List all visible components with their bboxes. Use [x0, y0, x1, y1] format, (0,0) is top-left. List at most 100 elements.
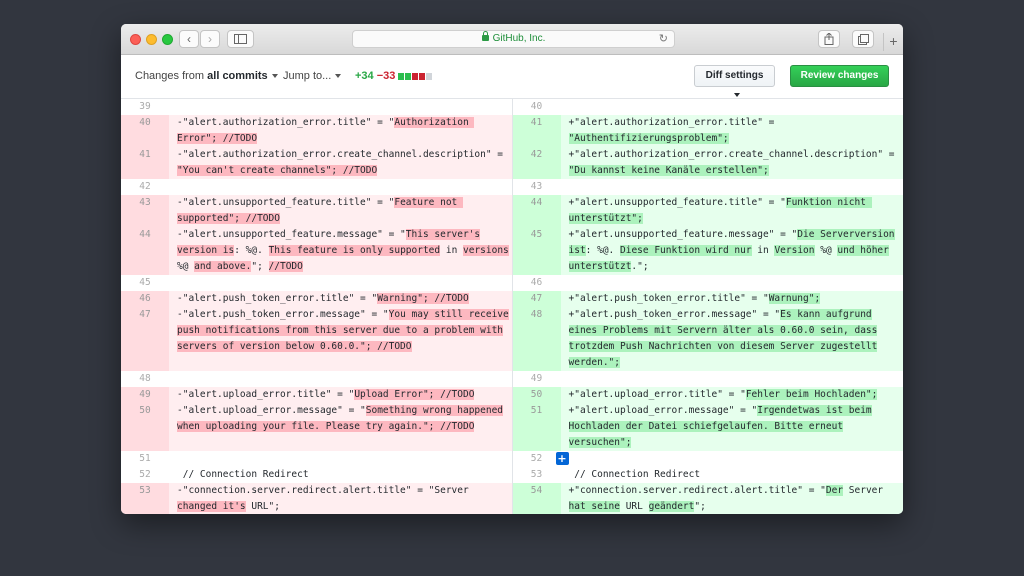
right-line-number[interactable]: [512, 339, 561, 355]
right-line-number[interactable]: 49: [512, 371, 561, 387]
right-line-number[interactable]: 40: [512, 99, 561, 115]
left-line-number[interactable]: [121, 355, 169, 371]
right-code: +"alert.upload_error.title" = "Fehler be…: [560, 387, 903, 403]
right-line-number[interactable]: 52 +: [512, 451, 569, 467]
right-line-number[interactable]: 48: [512, 307, 561, 323]
forward-button[interactable]: ›: [200, 30, 220, 48]
address-bar[interactable]: GitHub, Inc. ↻: [352, 30, 675, 48]
right-line-number[interactable]: [512, 355, 561, 371]
added-highlight: Diese Funktion wird nur: [620, 245, 752, 256]
left-side: %@ and above."; //TODO: [121, 259, 513, 275]
jump-to-dropdown[interactable]: Jump to...: [283, 70, 342, 82]
left-line-number[interactable]: 43: [121, 195, 169, 211]
plus-icon: +: [889, 33, 898, 49]
right-line-number[interactable]: [512, 499, 561, 514]
left-line-number[interactable]: [121, 419, 169, 435]
right-line-number[interactable]: [512, 163, 561, 179]
left-code: version is: %@. This feature is only sup…: [169, 243, 512, 259]
close-window-button[interactable]: [130, 34, 141, 45]
left-line-number[interactable]: 53: [121, 483, 169, 499]
right-line-number[interactable]: [512, 211, 561, 227]
right-line-number[interactable]: 46: [512, 275, 561, 291]
right-line-number[interactable]: [512, 259, 561, 275]
left-line-number[interactable]: 39: [121, 99, 169, 115]
right-line-number[interactable]: 43: [512, 179, 561, 195]
tabs-overview-button[interactable]: [852, 30, 874, 48]
left-line-number[interactable]: 48: [121, 371, 169, 387]
right-line-number[interactable]: [512, 131, 561, 147]
added-highlight: Warnung";: [768, 293, 821, 304]
left-line-number[interactable]: 45: [121, 275, 169, 291]
added-highlight: Die Serverversion: [797, 229, 895, 240]
title-bar: ‹ › GitHub, Inc. ↻ +: [121, 24, 903, 55]
left-line-number[interactable]: 41: [121, 147, 169, 163]
left-line-number[interactable]: [121, 243, 169, 259]
left-line-number[interactable]: 44: [121, 227, 169, 243]
diff-row: changed it's URL"; hat seine URL geändert…: [121, 499, 903, 514]
left-line-number[interactable]: 52: [121, 467, 169, 483]
right-code: versuchen";: [560, 435, 903, 451]
left-line-number[interactable]: [121, 435, 169, 451]
diff-settings-label: Diff settings: [705, 70, 764, 81]
right-line-number[interactable]: 51: [512, 403, 561, 419]
left-side: 49 -"alert.upload_error.title" = "Upload …: [121, 387, 513, 403]
review-changes-button[interactable]: Review changes: [790, 65, 889, 98]
diff-row: 52 // Connection Redirect 53 // Connectio…: [121, 467, 903, 483]
left-line-number[interactable]: 40: [121, 115, 169, 131]
right-line-number[interactable]: 45: [512, 227, 561, 243]
left-code: -"alert.push_token_error.title" = "Warni…: [169, 291, 512, 307]
sidebar-toggle-button[interactable]: [227, 30, 254, 48]
changes-from-dropdown[interactable]: Changes from all commits: [135, 70, 278, 82]
diff-row: 47 -"alert.push_token_error.message" = "Y…: [121, 307, 903, 323]
reload-icon[interactable]: ↻: [659, 31, 668, 47]
diff-settings-button[interactable]: Diff settings: [694, 65, 775, 98]
right-code: +"alert.unsupported_feature.message" = "…: [560, 227, 903, 243]
add-comment-button[interactable]: +: [555, 452, 569, 465]
removed-highlight: when uploading your file. Please try aga…: [177, 421, 475, 432]
left-line-number[interactable]: [121, 339, 169, 355]
left-line-number[interactable]: [121, 131, 169, 147]
right-line-number[interactable]: 41: [512, 115, 561, 131]
share-button[interactable]: [818, 30, 840, 48]
right-line-number[interactable]: 44: [512, 195, 561, 211]
back-button[interactable]: ‹: [179, 30, 199, 48]
right-line-number[interactable]: [512, 435, 561, 451]
left-line-number[interactable]: 42: [121, 179, 169, 195]
split-diff-view: 39 40 40 -"alert.authorization_error.title"…: [121, 99, 903, 514]
diff-row: werden.";: [121, 355, 903, 371]
left-line-number[interactable]: 51: [121, 451, 169, 467]
diff-row: supported"; //TODO unterstützt";: [121, 211, 903, 227]
left-line-number[interactable]: [121, 499, 169, 514]
right-line-number[interactable]: 47: [512, 291, 561, 307]
right-line-number[interactable]: [512, 243, 561, 259]
left-code: [169, 179, 512, 195]
left-line-number[interactable]: 46: [121, 291, 169, 307]
right-line-number[interactable]: [512, 419, 561, 435]
new-tab-button[interactable]: +: [883, 33, 903, 51]
left-line-number[interactable]: 50: [121, 403, 169, 419]
right-code: "Authentifizierungsproblem";: [560, 131, 903, 147]
minimize-window-button[interactable]: [146, 34, 157, 45]
left-side: 44 -"alert.unsupported_feature.message" =…: [121, 227, 513, 243]
left-line-number[interactable]: [121, 323, 169, 339]
left-line-number[interactable]: [121, 259, 169, 275]
removed-highlight: You may still receive: [388, 309, 509, 320]
left-code: changed it's URL";: [169, 499, 512, 514]
right-line-number[interactable]: 42: [512, 147, 561, 163]
added-highlight: Es kann aufgrund: [780, 309, 872, 320]
right-code: +"alert.authorization_error.create_chann…: [560, 147, 903, 163]
left-code: supported"; //TODO: [169, 211, 512, 227]
right-line-number[interactable]: 53: [512, 467, 561, 483]
left-line-number[interactable]: [121, 211, 169, 227]
right-side: 54 +"connection.server.redirect.alert.tit…: [512, 483, 903, 499]
left-line-number[interactable]: 49: [121, 387, 169, 403]
zoom-window-button[interactable]: [162, 34, 173, 45]
right-line-number[interactable]: 50: [512, 387, 561, 403]
left-code: -"alert.upload_error.title" = "Upload Er…: [169, 387, 512, 403]
right-line-number[interactable]: [512, 323, 561, 339]
left-line-number[interactable]: [121, 163, 169, 179]
left-line-number[interactable]: 47: [121, 307, 169, 323]
right-line-number[interactable]: 54: [512, 483, 561, 499]
left-code: [169, 371, 512, 387]
left-side: 48: [121, 371, 513, 387]
